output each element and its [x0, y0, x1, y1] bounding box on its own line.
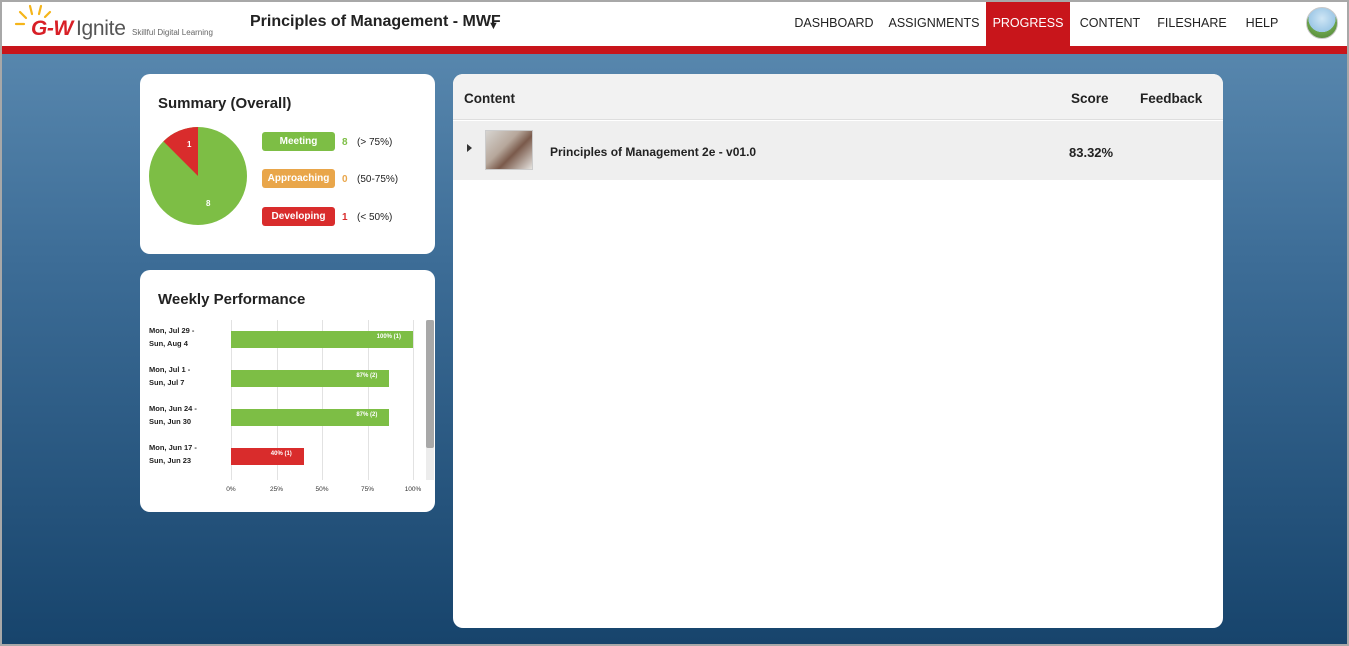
gw-ignite-logo[interactable]: G-W Ignite Skillful Digital Learning — [14, 4, 229, 46]
week-label-line2: Sun, Jul 7 — [149, 378, 185, 387]
legend-developing-count: 1 — [342, 212, 348, 223]
nav-assignments[interactable]: ASSIGNMENTS — [882, 2, 986, 46]
week-label-line2: Sun, Aug 4 — [149, 339, 188, 348]
column-header-score: Score — [1071, 91, 1109, 106]
top-navbar: G-W Ignite Skillful Digital Learning Pri… — [2, 2, 1347, 54]
logo-tagline: Skillful Digital Learning — [132, 28, 213, 37]
week-bar[interactable]: 40% (1) — [231, 448, 304, 465]
chart-gridline — [413, 320, 414, 480]
content-thumbnail — [485, 130, 533, 170]
week-bar[interactable]: 100% (1) — [231, 331, 413, 348]
week-label: Mon, Jul 29 - Sun, Aug 4 — [149, 324, 229, 350]
week-label-line2: Sun, Jun 23 — [149, 456, 192, 465]
nav-progress[interactable]: PROGRESS — [986, 2, 1070, 46]
summary-pie-chart: 1 8 — [149, 127, 247, 225]
week-label: Mon, Jun 17 - Sun, Jun 23 — [149, 441, 229, 467]
weekly-title: Weekly Performance — [158, 291, 306, 308]
logo-brand-ignite: Ignite — [76, 17, 126, 40]
x-tick-label: 0% — [226, 486, 236, 493]
week-bar-label: 87% (2) — [356, 412, 378, 418]
legend-meeting-pill: Meeting — [262, 132, 335, 151]
summary-title: Summary (Overall) — [158, 95, 292, 112]
week-label-line1: Mon, Jul 29 - — [149, 326, 195, 335]
expand-row-icon[interactable] — [467, 144, 472, 152]
legend-approaching-pill: Approaching — [262, 169, 335, 188]
week-bar[interactable]: 87% (2) — [231, 370, 390, 387]
legend-meeting-count: 8 — [342, 137, 348, 148]
content-table-header: Content Score Feedback — [453, 74, 1223, 120]
week-label-line2: Sun, Jun 30 — [149, 417, 192, 426]
week-label: Mon, Jul 1 - Sun, Jul 7 — [149, 363, 229, 389]
user-avatar[interactable] — [1306, 7, 1338, 39]
table-row[interactable]: Principles of Management 2e - v01.0 83.3… — [453, 121, 1223, 180]
week-bar[interactable]: 87% (2) — [231, 409, 390, 426]
nav-help[interactable]: HELP — [1234, 2, 1290, 46]
chevron-down-icon[interactable]: ▼ — [488, 20, 499, 32]
x-tick-label: 25% — [269, 486, 284, 493]
nav-fileshare[interactable]: FILESHARE — [1150, 2, 1234, 46]
legend-approaching-range: (50-75%) — [357, 174, 399, 185]
content-score: 83.32% — [1069, 145, 1114, 160]
weekly-performance-card: Weekly Performance Mon, Jul 29 - Sun, Au… — [140, 270, 435, 512]
weekly-scrollbar[interactable] — [426, 320, 434, 480]
content-progress-card: Content Score Feedback Principles of Man… — [453, 74, 1223, 628]
week-bar-label: 100% (1) — [376, 334, 401, 340]
legend-meeting-range: (> 75%) — [357, 137, 393, 148]
summary-card: Summary (Overall) 1 8 Meeting 8 (> 75%) … — [140, 74, 435, 254]
content-title[interactable]: Principles of Management 2e - v01.0 — [550, 145, 756, 159]
app-frame: G-W Ignite Skillful Digital Learning Pri… — [0, 0, 1349, 646]
x-tick-label: 50% — [315, 486, 329, 493]
x-tick-label: 100% — [404, 486, 422, 493]
pie-label-meeting: 8 — [206, 199, 211, 208]
legend-approaching-count: 0 — [342, 174, 348, 185]
week-label: Mon, Jun 24 - Sun, Jun 30 — [149, 402, 229, 428]
week-bar-label: 87% (2) — [356, 373, 378, 379]
column-header-feedback: Feedback — [1140, 91, 1203, 106]
week-label-line1: Mon, Jul 1 - — [149, 365, 191, 374]
legend-developing-range: (< 50%) — [357, 212, 393, 223]
legend-developing-pill: Developing — [262, 207, 335, 226]
week-bar-label: 40% (1) — [270, 451, 292, 457]
column-header-content: Content — [464, 91, 515, 106]
week-label-line1: Mon, Jun 24 - — [149, 404, 197, 413]
nav-dashboard[interactable]: DASHBOARD — [786, 2, 882, 46]
x-tick-label: 75% — [360, 486, 375, 493]
nav-content[interactable]: CONTENT — [1070, 2, 1150, 46]
logo-brand: G-W — [31, 17, 73, 40]
course-title-dropdown[interactable]: Principles of Management - MWF — [250, 13, 501, 31]
pie-label-developing: 1 — [187, 140, 192, 149]
weekly-scrollbar-thumb[interactable] — [426, 320, 434, 448]
week-label-line1: Mon, Jun 17 - — [149, 443, 197, 452]
